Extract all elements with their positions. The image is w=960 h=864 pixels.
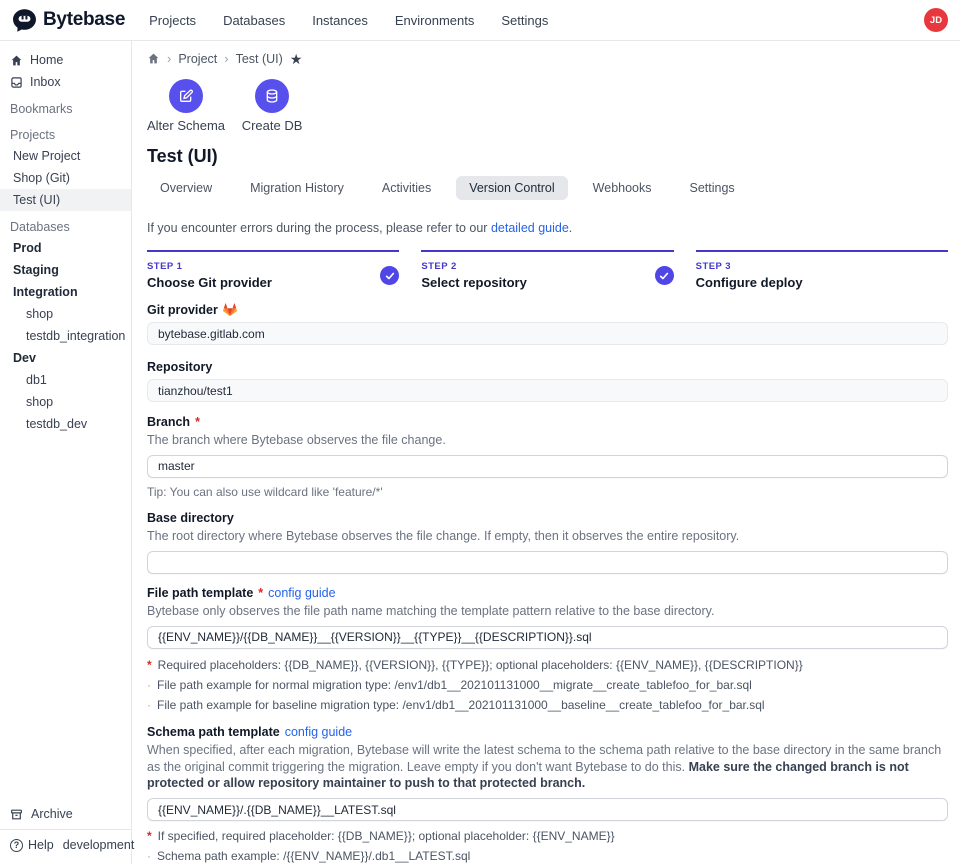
sidebar-section-bookmarks: Bookmarks	[0, 98, 131, 119]
sidebar-db-shop-dev[interactable]: shop	[0, 391, 131, 413]
quick-actions: Alter Schema Create DB	[147, 79, 948, 133]
file-path-template-description: Bytebase only observes the file path nam…	[147, 603, 948, 620]
schema-path-template-input[interactable]	[147, 798, 948, 821]
schema-path-template-label: Schema path template config guide	[147, 725, 948, 739]
detailed-guide-link[interactable]: detailed guide	[491, 221, 569, 235]
sidebar-footer: ? Help development	[0, 829, 131, 864]
file-path-template-input[interactable]	[147, 626, 948, 649]
sidebar-item-archive[interactable]: Archive	[0, 799, 131, 829]
brand-name: Bytebase	[43, 9, 125, 31]
gitlab-icon	[223, 303, 237, 317]
schema-path-note-required: *If specified, required placeholder: {{D…	[147, 829, 948, 843]
favorite-star-icon[interactable]: ★	[290, 52, 303, 66]
tab-migration-history[interactable]: Migration History	[237, 176, 357, 200]
user-avatar[interactable]: JD	[924, 8, 948, 32]
step-2: STEP 2 Select repository	[421, 250, 673, 290]
nav-settings[interactable]: Settings	[501, 13, 548, 28]
file-path-note-example-baseline: ·File path example for baseline migratio…	[147, 698, 948, 712]
git-provider-input[interactable]	[147, 322, 948, 345]
sidebar-db-testdb-dev[interactable]: testdb_dev	[0, 413, 131, 435]
sidebar-db-testdb-integration[interactable]: testdb_integration	[0, 325, 131, 347]
sidebar-item-new-project[interactable]: New Project	[0, 145, 131, 167]
breadcrumb-project[interactable]: Project	[178, 52, 217, 66]
nav-databases[interactable]: Databases	[223, 13, 285, 28]
required-asterisk: *	[195, 415, 200, 429]
sidebar-item-home[interactable]: Home	[0, 49, 131, 71]
alter-schema-button[interactable]: Alter Schema	[147, 79, 225, 133]
tab-version-control[interactable]: Version Control	[456, 176, 567, 200]
sidebar-item-test-ui[interactable]: Test (UI)	[0, 189, 131, 211]
sidebar-db-shop-integration[interactable]: shop	[0, 303, 131, 325]
schema-path-template-description: When specified, after each migration, By…	[147, 742, 948, 793]
file-path-note-required: *Required placeholders: {{DB_NAME}}, {{V…	[147, 658, 948, 672]
sidebar-env-integration[interactable]: Integration	[0, 281, 131, 303]
sidebar-env-dev[interactable]: Dev	[0, 347, 131, 369]
schema-path-note-example: ·Schema path example: /{{ENV_NAME}}/.db1…	[147, 849, 948, 863]
sidebar: Home Inbox Bookmarks Projects New Projec…	[0, 41, 132, 864]
bytebase-logo-icon	[12, 8, 37, 33]
archive-icon	[10, 808, 23, 821]
base-directory-input[interactable]	[147, 551, 948, 574]
tab-overview[interactable]: Overview	[147, 176, 225, 200]
top-navbar: Bytebase Projects Databases Instances En…	[0, 0, 960, 41]
page-title: Test (UI)	[147, 146, 948, 167]
main-nav: Projects Databases Instances Environment…	[149, 13, 548, 28]
base-directory-description: The root directory where Bytebase observ…	[147, 528, 948, 545]
database-icon	[264, 88, 280, 104]
tab-settings[interactable]: Settings	[677, 176, 748, 200]
main-content: › Project › Test (UI) ★ Alter Schema	[132, 41, 960, 864]
file-path-note-example-normal: ·File path example for normal migration …	[147, 678, 948, 692]
file-path-template-label: File path template* config guide	[147, 586, 948, 600]
version-label: development	[63, 838, 135, 852]
tab-activities[interactable]: Activities	[369, 176, 444, 200]
nav-environments[interactable]: Environments	[395, 13, 474, 28]
branch-label: Branch*	[147, 415, 948, 429]
breadcrumb-home-icon[interactable]	[147, 52, 160, 65]
git-provider-label: Git provider	[147, 303, 948, 317]
required-asterisk: *	[258, 586, 263, 600]
branch-description: The branch where Bytebase observes the f…	[147, 432, 948, 449]
bytebase-logo[interactable]: Bytebase	[12, 8, 125, 33]
breadcrumb-separator: ›	[224, 51, 228, 66]
repository-input[interactable]	[147, 379, 948, 402]
alter-schema-circle	[169, 79, 203, 113]
step-3: STEP 3 Configure deploy	[696, 250, 948, 290]
step-2-check-icon	[655, 266, 674, 285]
step-1: STEP 1 Choose Git provider	[147, 250, 399, 290]
breadcrumb-current[interactable]: Test (UI)	[236, 52, 283, 66]
tab-webhooks[interactable]: Webhooks	[580, 176, 665, 200]
error-guide-text: If you encounter errors during the proce…	[147, 221, 948, 235]
base-directory-label: Base directory	[147, 511, 948, 525]
branch-tip: Tip: You can also use wildcard like 'fea…	[147, 485, 948, 499]
step-indicator: STEP 1 Choose Git provider STEP 2 Select…	[147, 250, 948, 290]
tab-bar: Overview Migration History Activities Ve…	[147, 176, 948, 207]
breadcrumb-separator: ›	[167, 51, 171, 66]
nav-instances[interactable]: Instances	[312, 13, 368, 28]
schema-path-config-guide-link[interactable]: config guide	[285, 725, 352, 739]
sidebar-env-prod[interactable]: Prod	[0, 237, 131, 259]
step-1-check-icon	[380, 266, 399, 285]
app-window: Bytebase Projects Databases Instances En…	[0, 0, 960, 864]
sidebar-item-inbox[interactable]: Inbox	[0, 71, 131, 93]
edit-icon	[178, 88, 194, 104]
file-path-config-guide-link[interactable]: config guide	[268, 586, 335, 600]
inbox-icon	[10, 76, 23, 89]
home-icon	[10, 54, 23, 67]
repository-label: Repository	[147, 360, 948, 374]
sidebar-db-db1[interactable]: db1	[0, 369, 131, 391]
sidebar-item-shop-git[interactable]: Shop (Git)	[0, 167, 131, 189]
create-db-circle	[255, 79, 289, 113]
help-icon: ?	[10, 839, 23, 852]
help-button[interactable]: ? Help	[10, 838, 54, 852]
create-db-button[interactable]: Create DB	[241, 79, 303, 133]
breadcrumb: › Project › Test (UI) ★	[147, 51, 948, 66]
nav-projects[interactable]: Projects	[149, 13, 196, 28]
branch-input[interactable]	[147, 455, 948, 478]
sidebar-section-databases: Databases	[0, 216, 131, 237]
sidebar-section-projects: Projects	[0, 124, 131, 145]
sidebar-env-staging[interactable]: Staging	[0, 259, 131, 281]
